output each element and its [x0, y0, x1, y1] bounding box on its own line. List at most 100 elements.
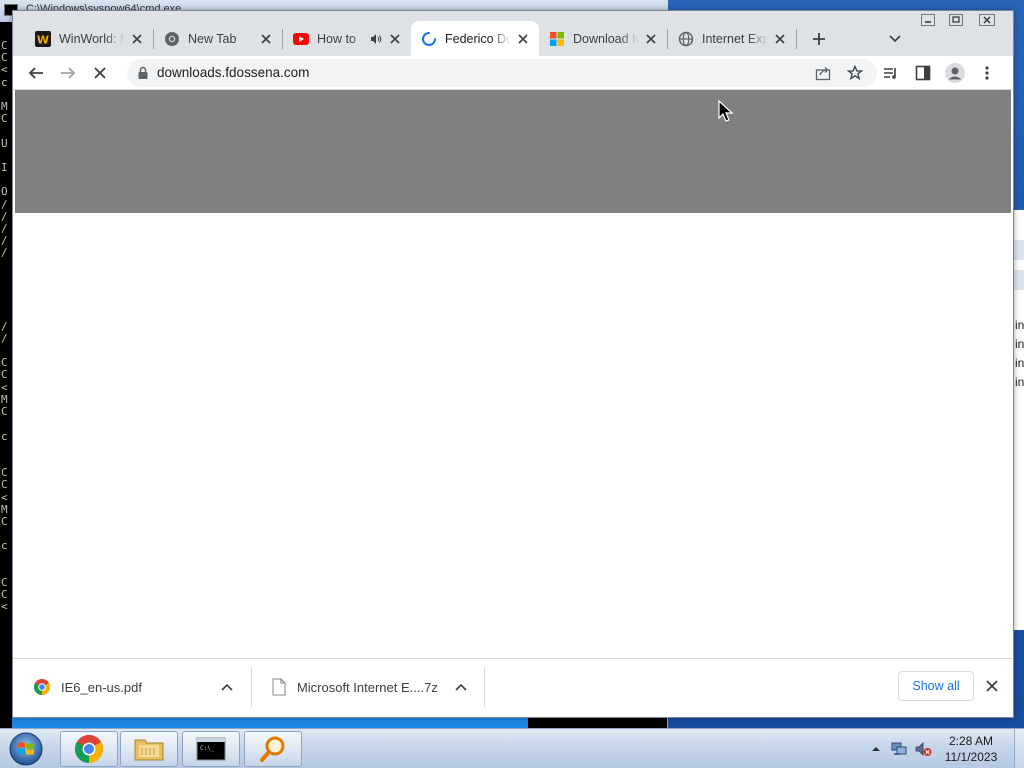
url-text: downloads.fdossena.com	[157, 65, 310, 80]
download-filename: Microsoft Internet E....7z	[296, 679, 438, 695]
minimize-icon	[921, 14, 935, 26]
background-window-right[interactable]: in in in in	[1013, 210, 1024, 630]
tab-close-icon[interactable]	[643, 31, 659, 47]
taskbar-command-prompt[interactable]: C:\_	[182, 731, 240, 767]
system-clock[interactable]: 2:28 AM 11/1/2023	[940, 733, 1002, 765]
close-window-button[interactable]	[971, 11, 1003, 29]
tab-close-icon[interactable]	[772, 31, 788, 47]
start-button[interactable]	[6, 730, 46, 768]
tab-winworld[interactable]: W WinWorld: Mi	[25, 21, 153, 56]
chrome-icon	[164, 31, 180, 47]
taskbar-file-explorer[interactable]	[120, 731, 178, 767]
microsoft-icon	[549, 31, 565, 47]
window-text-line: in	[1015, 356, 1024, 370]
chrome-icon	[75, 735, 103, 763]
avatar-icon	[945, 63, 965, 83]
bookmark-button[interactable]	[842, 60, 868, 86]
tab-youtube[interactable]: How to	[283, 21, 411, 56]
page-header-banner	[15, 90, 1011, 213]
page-content[interactable]	[13, 90, 1013, 657]
window-text-line: in	[1015, 318, 1024, 332]
side-panel-icon	[915, 65, 931, 81]
desktop-strip	[12, 718, 528, 728]
tab-title: Federico Do	[445, 31, 511, 46]
tab-title: Download Ic	[573, 31, 639, 46]
arrow-left-icon	[28, 67, 43, 79]
browser-toolbar: downloads.fdossena.com	[13, 56, 1013, 90]
download-item[interactable]: IE6_en-us.pdf	[13, 665, 251, 709]
close-shelf-button[interactable]	[983, 677, 1001, 695]
tab-federico-dossena[interactable]: Federico Do	[411, 21, 539, 56]
tab-title: WinWorld: Mi	[59, 31, 125, 46]
download-filename: IE6_en-us.pdf	[61, 679, 142, 695]
tab-download[interactable]: Download Ic	[539, 21, 667, 56]
terminal-icon: C:\_	[196, 737, 226, 761]
window-text-line: in	[1015, 375, 1024, 389]
minimize-button[interactable]	[913, 11, 943, 29]
share-icon	[815, 67, 831, 81]
chevron-up-icon	[872, 747, 880, 751]
side-panel-button[interactable]	[910, 60, 936, 86]
show-all-downloads-button[interactable]: Show all	[898, 671, 974, 701]
tab-close-icon[interactable]	[258, 31, 274, 47]
tab-close-icon[interactable]	[129, 31, 145, 47]
download-item[interactable]: Microsoft Internet E....7z	[251, 665, 484, 709]
profile-button[interactable]	[942, 60, 968, 86]
tab-separator	[796, 29, 797, 49]
new-tab-button[interactable]	[807, 27, 831, 51]
download-shelf: IE6_en-us.pdf Microsoft Internet E....7z…	[13, 658, 1013, 717]
window-band	[1014, 270, 1024, 290]
chrome-window: W WinWorld: Mi New Tab How to	[12, 10, 1014, 718]
svg-text:C:\_: C:\_	[200, 745, 215, 752]
tab-close-icon[interactable]	[387, 31, 403, 47]
restore-icon	[949, 14, 963, 26]
download-separator	[484, 667, 485, 707]
kebab-menu-icon	[985, 66, 989, 80]
svg-text:W: W	[37, 33, 49, 46]
taskbar-search-tool[interactable]	[244, 731, 302, 767]
tab-strip: W WinWorld: Mi New Tab How to	[13, 11, 1013, 56]
tab-title: Internet Exp	[702, 31, 768, 46]
show-desktop-button[interactable]	[1014, 729, 1024, 768]
close-icon	[986, 680, 998, 692]
mouse-cursor-icon	[718, 100, 734, 122]
tab-title: New Tab	[188, 31, 237, 46]
chrome-menu-button[interactable]	[974, 60, 1000, 86]
address-bar[interactable]: downloads.fdossena.com	[127, 59, 877, 87]
youtube-icon	[293, 31, 309, 47]
share-button[interactable]	[810, 60, 836, 86]
magnifier-icon	[260, 736, 285, 762]
windows-logo-icon	[9, 732, 43, 766]
close-icon	[94, 67, 106, 79]
taskbar-chrome[interactable]	[60, 731, 118, 767]
media-controls-button[interactable]	[878, 60, 904, 86]
tab-close-icon[interactable]	[515, 31, 531, 47]
volume-muted-icon[interactable]	[914, 740, 932, 758]
maximize-button[interactable]	[941, 11, 971, 29]
window-text-line: in	[1015, 337, 1024, 351]
back-button[interactable]	[23, 60, 49, 86]
taskbar: C:\_ 2:28 AM 11/1/2023	[0, 728, 1024, 768]
tab-new-tab[interactable]: New Tab	[154, 21, 282, 56]
chevron-up-icon[interactable]	[454, 679, 468, 695]
star-icon	[847, 65, 863, 81]
tab-internet-explorer[interactable]: Internet Exp	[668, 21, 796, 56]
speaker-icon[interactable]	[369, 32, 383, 46]
winworld-icon: W	[35, 30, 51, 47]
show-hidden-icons-button[interactable]	[870, 743, 882, 755]
file-icon	[271, 678, 287, 696]
cmd-console-text: C C < c M C U I O / / / / / / / C C < M …	[1, 39, 8, 614]
tab-search-button[interactable]	[883, 27, 907, 51]
arrow-right-icon	[61, 67, 76, 79]
network-icon[interactable]	[890, 740, 908, 758]
close-icon	[979, 14, 995, 26]
chrome-pdf-icon	[33, 678, 51, 696]
tab-title: How to	[317, 31, 356, 46]
chevron-up-icon[interactable]	[219, 679, 235, 695]
forward-button[interactable]	[55, 60, 81, 86]
chevron-down-icon	[889, 35, 901, 43]
lock-icon[interactable]	[135, 65, 151, 81]
window-band	[1014, 240, 1024, 260]
loading-spinner-icon	[421, 31, 437, 47]
stop-loading-button[interactable]	[87, 60, 113, 86]
